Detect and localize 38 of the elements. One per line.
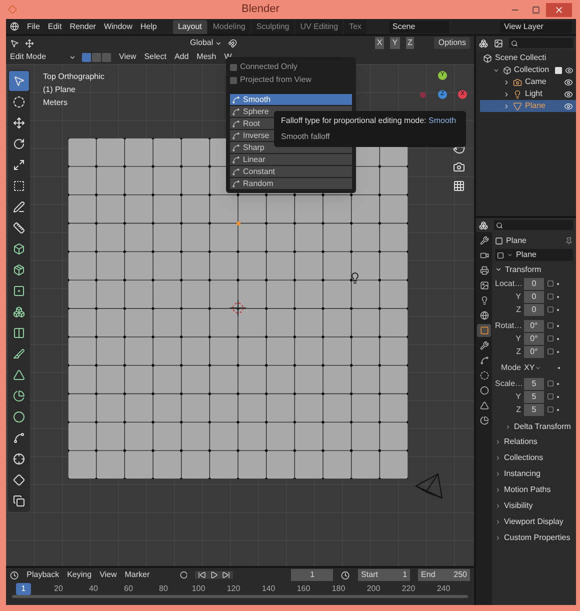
frame-number: 60	[123, 582, 134, 594]
field-label: Mode	[500, 362, 521, 374]
outliner-label: Plane	[525, 100, 546, 112]
field-label: Y	[514, 290, 521, 302]
frame-number: 40	[88, 582, 99, 594]
window-title: Blender	[240, 2, 280, 18]
checkbox-label: Connected Only	[240, 61, 298, 73]
field-label: Rotat…	[495, 320, 521, 332]
object-name: Plane	[506, 235, 528, 247]
field-label: Locat…	[495, 278, 521, 290]
outliner-label: Light	[525, 88, 542, 100]
field-label: Scale…	[495, 378, 521, 390]
outliner-label: Collection	[514, 64, 550, 76]
tooltip-text: Falloff type for proportional editing mode: Smooth	[281, 115, 458, 127]
frame-number: 240	[436, 582, 451, 594]
viewport-info-text: Meters	[43, 97, 68, 109]
frame-number: 160	[296, 582, 311, 594]
field-label: Y	[514, 332, 521, 344]
field-label: Z	[515, 346, 521, 358]
field-value: Plane	[516, 249, 536, 261]
frame-number: 200	[366, 582, 381, 594]
outliner-label: Came	[525, 76, 546, 88]
frame-number: 120	[226, 582, 241, 594]
frame-number: 180	[331, 582, 346, 594]
checkbox-label: Projected from View	[240, 74, 312, 86]
field-label: Z	[515, 404, 521, 416]
field-label: Z	[515, 304, 521, 316]
frame-number: 1	[16, 582, 31, 594]
frame-number: 80	[158, 582, 169, 594]
tooltip-description: Smooth falloff	[281, 131, 331, 143]
viewport-info-text: Top Orthographic	[43, 71, 104, 83]
field-label: Y	[514, 390, 521, 402]
frame-number: 220	[401, 582, 416, 594]
frame-number: 20	[53, 582, 64, 594]
frame-number: 140	[261, 582, 276, 594]
outliner-label: Scene Collecti	[495, 52, 546, 64]
viewport-info-text: (1) Plane	[43, 84, 76, 96]
frame-number: 100	[191, 582, 206, 594]
